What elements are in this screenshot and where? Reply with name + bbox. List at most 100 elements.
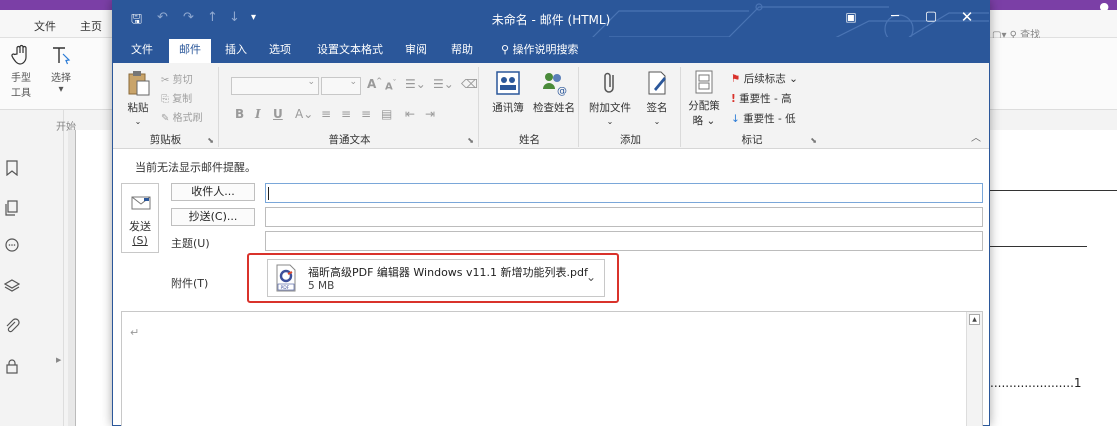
scroll-up-icon[interactable]: ▲ — [969, 314, 980, 325]
hand-icon — [11, 44, 27, 65]
format-painter-button[interactable]: ✎ 格式刷 — [161, 109, 203, 124]
check-names-button[interactable]: @ 检查姓名 — [531, 69, 577, 115]
tab-message[interactable]: 邮件 — [169, 39, 211, 63]
paste-icon — [128, 71, 150, 96]
attach-file-button[interactable]: 附加文件 ⌄ — [587, 69, 633, 127]
tab-file[interactable]: 文件 — [127, 37, 157, 63]
assign-policy-button[interactable]: 分配策 略 ⌄ — [687, 69, 721, 128]
signature-button[interactable]: 签名 ⌄ — [637, 69, 677, 127]
hand-tool-button[interactable]: 手型 工具 — [4, 44, 38, 99]
down-arrow-icon: ↓ — [731, 113, 740, 125]
text-select-icon — [53, 47, 71, 65]
ribbon-tabs: 文件 邮件 插入 选项 设置文本格式 审阅 帮助 ⚲ 操作说明搜索 — [113, 37, 989, 63]
attach-file-dropdown-icon[interactable]: ⌄ — [607, 117, 614, 126]
assign-policy-label2: 略 ⌄ — [692, 115, 716, 127]
follow-up-button[interactable]: ⚑ 后续标志 ⌄ — [731, 71, 798, 86]
font-color-icon[interactable]: A⌄ — [295, 107, 313, 121]
attachment-label: 附件(T) — [171, 277, 209, 290]
foxit-pdf-icon: PDF — [276, 264, 296, 292]
signature-dropdown-icon[interactable]: ⌄ — [654, 117, 661, 126]
group-basic-text: A^ Aˇ ☰⌄ ☰⌄ ⌫ B I U A⌄ ≡ ≡ ≡ ▤ ⇤ ⇥ 普通文本 … — [221, 67, 479, 147]
window-titlebar: 🖫 ↶ ↷ ↑ ↓ ▾ 未命名 - 邮件 (HTML) ▣ ─ ▢ ✕ — [113, 1, 989, 37]
attachment-item[interactable]: PDF 福昕高级PDF 编辑器 Windows v11.1 新增功能列表.pdf… — [267, 259, 605, 297]
tab-help[interactable]: 帮助 — [447, 37, 477, 63]
layers-icon[interactable] — [4, 278, 20, 294]
paperclip-icon — [604, 72, 614, 93]
maximize-icon[interactable]: ▢ — [919, 7, 943, 27]
align-left-icon[interactable]: ≡ — [321, 107, 331, 121]
font-size-combo[interactable] — [321, 77, 361, 95]
tags-group-label: 标记 — [741, 134, 763, 146]
tab-review[interactable]: 审阅 — [401, 37, 431, 63]
group-include: 附加文件 ⌄ 签名 ⌄ 添加 — [581, 67, 681, 147]
paste-dropdown-icon[interactable]: ⌄ — [135, 117, 142, 126]
pages-icon[interactable] — [4, 200, 20, 216]
basic-text-group-label: 普通文本 — [328, 134, 371, 146]
signature-label: 签名 — [646, 102, 668, 114]
send-envelope-icon — [131, 196, 151, 210]
to-button[interactable]: 收件人... — [171, 183, 255, 201]
body-scrollbar[interactable]: ▲ — [966, 312, 982, 426]
grow-font-icon[interactable]: A^ — [367, 77, 382, 91]
increase-indent-icon[interactable]: ⇥ — [425, 107, 435, 121]
font-name-combo[interactable] — [231, 77, 319, 95]
paste-label: 粘贴 — [127, 102, 149, 114]
copy-button[interactable]: ⎘ 复制 — [161, 90, 192, 105]
address-book-icon — [496, 71, 520, 95]
send-button[interactable]: 发送 (S) — [121, 183, 159, 253]
format-painter-label: 格式刷 — [172, 113, 203, 124]
subject-input[interactable] — [265, 231, 983, 251]
background-app-sidebar: ▶ — [0, 110, 64, 426]
tell-me-search[interactable]: ⚲ 操作说明搜索 — [497, 37, 583, 63]
ribbon-message: 粘贴 ⌄ ✂ 剪切 ⎘ 复制 ✎ 格式刷 剪贴板 ⬊ A^ Aˇ ☰⌄ ☰⌄ ⌫… — [113, 63, 989, 149]
bg-menu-file[interactable]: 文件 — [34, 18, 56, 34]
security-lock-icon[interactable] — [4, 358, 20, 374]
address-book-button[interactable]: 通讯簿 — [489, 69, 527, 115]
info-bar: 当前无法显示邮件提醒。 — [135, 161, 256, 174]
decrease-indent-icon[interactable]: ⇤ — [405, 107, 415, 121]
paste-button[interactable]: 粘贴 ⌄ — [123, 69, 153, 127]
group-names: 通讯簿 @ 检查姓名 姓名 — [481, 67, 579, 147]
high-importance-button[interactable]: ! 重要性 - 高 — [731, 91, 792, 106]
basic-text-launcher-icon[interactable]: ⬊ — [467, 136, 474, 145]
ribbon-display-icon[interactable]: ▣ — [839, 7, 863, 27]
cc-button[interactable]: 抄送(C)... — [171, 208, 255, 226]
numbering-icon[interactable]: ☰⌄ — [433, 77, 454, 91]
send-label: 发送 — [129, 220, 151, 233]
cc-input[interactable] — [265, 207, 983, 227]
toc-page-number: ......................1 — [990, 376, 1082, 390]
justify-icon[interactable]: ▤ — [381, 107, 392, 121]
scissors-icon: ✂ — [161, 75, 170, 86]
align-right-icon[interactable]: ≡ — [361, 107, 371, 121]
tab-options[interactable]: 选项 — [265, 37, 295, 63]
comment-icon[interactable] — [4, 238, 20, 254]
bullets-icon[interactable]: ☰⌄ — [405, 77, 426, 91]
cut-button[interactable]: ✂ 剪切 — [161, 71, 193, 86]
low-importance-button[interactable]: ↓ 重要性 - 低 — [731, 111, 796, 126]
exclamation-icon: ! — [731, 93, 736, 105]
bold-icon[interactable]: B — [235, 107, 244, 121]
collapse-ribbon-icon[interactable]: ︿ — [971, 129, 981, 144]
shrink-font-icon[interactable]: Aˇ — [385, 79, 396, 92]
sidebar-expand-icon[interactable]: ▶ — [56, 356, 61, 364]
attachment-size: 5 MB — [308, 280, 335, 292]
close-icon[interactable]: ✕ — [955, 7, 979, 27]
check-names-icon: @ — [543, 73, 567, 97]
message-body[interactable]: ↵ ▲ — [121, 311, 983, 426]
bookmark-icon[interactable] — [4, 160, 20, 176]
attachment-icon[interactable] — [4, 318, 20, 334]
to-input[interactable] — [265, 183, 983, 203]
tags-launcher-icon[interactable]: ⬊ — [810, 136, 817, 145]
clipboard-launcher-icon[interactable]: ⬊ — [207, 136, 214, 145]
align-center-icon[interactable]: ≡ — [341, 107, 351, 121]
italic-icon[interactable]: I — [255, 107, 261, 121]
underline-icon[interactable]: U — [273, 107, 283, 121]
tab-format-text[interactable]: 设置文本格式 — [313, 37, 387, 63]
bg-menu-home[interactable]: 主页 — [80, 18, 102, 34]
hand-tool-label2: 工具 — [11, 88, 31, 99]
tab-insert[interactable]: 插入 — [221, 37, 251, 63]
minimize-icon[interactable]: ─ — [883, 7, 907, 27]
chevron-down-icon[interactable]: ⌄ — [586, 270, 596, 284]
clear-format-icon[interactable]: ⌫ — [461, 77, 478, 91]
select-tool-button[interactable]: 选择 ▾ — [44, 44, 78, 95]
